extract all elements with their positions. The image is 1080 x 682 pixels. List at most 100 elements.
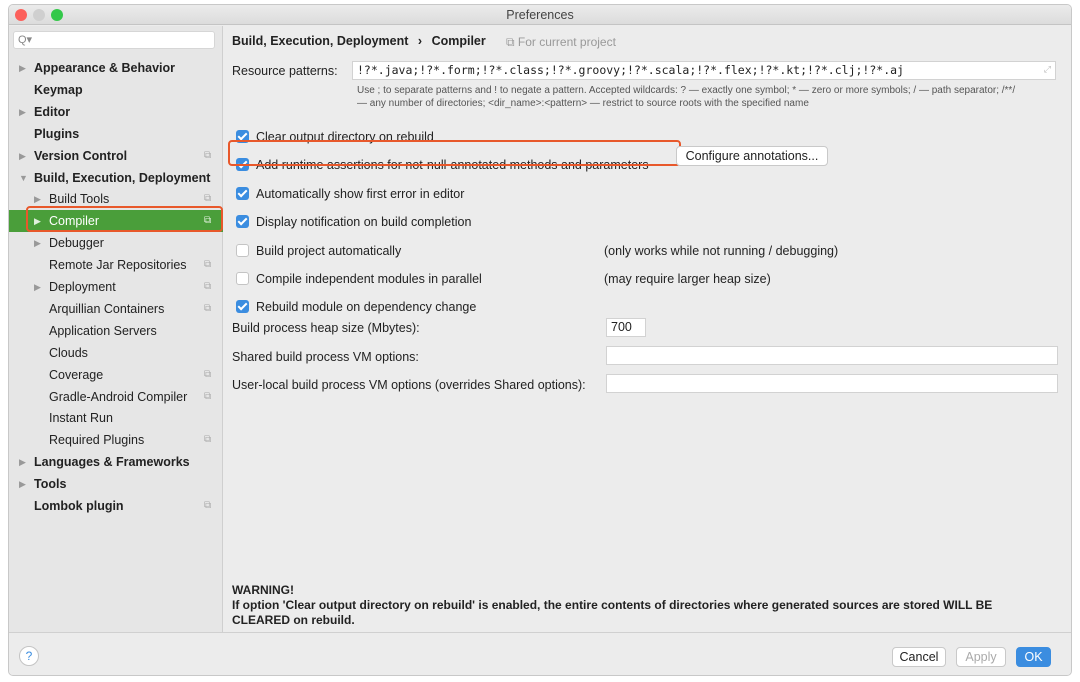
- option-label[interactable]: Display notification on build completion: [256, 215, 471, 229]
- option-compile-independent-modules-in-parallel: Compile independent modules in parallel (…: [232, 271, 1062, 289]
- warning-text: If option 'Clear output directory on reb…: [232, 598, 993, 627]
- option-label[interactable]: Build project automatically: [256, 244, 401, 258]
- sidebar-item-label: Keymap: [34, 82, 83, 97]
- chevron-right-icon[interactable]: ▶: [19, 57, 26, 79]
- sidebar-item-languages-frameworks[interactable]: ▶ Languages & Frameworks: [9, 451, 223, 473]
- shared-vm-options-label: Shared build process VM options:: [232, 350, 419, 364]
- sidebar-item-instant-run[interactable]: Instant Run: [9, 407, 223, 429]
- sidebar-item-label: Required Plugins: [49, 433, 145, 448]
- checkbox[interactable]: [236, 187, 249, 200]
- sidebar-item-label: Clouds: [49, 345, 88, 360]
- resource-patterns-input[interactable]: !?*.java;!?*.form;!?*.class;!?*.groovy;!…: [352, 61, 1056, 80]
- option-automatically-show-first-error-in-editor: Automatically show first error in editor: [232, 186, 1062, 204]
- sidebar-item-application-servers[interactable]: Application Servers: [9, 320, 223, 342]
- sidebar-item-required-plugins[interactable]: Required Plugins ⧉: [9, 429, 223, 451]
- resource-patterns-label: Resource patterns:: [232, 64, 338, 78]
- maximize-window-button[interactable]: [51, 9, 63, 21]
- hint-line: Use ; to separate patterns and ! to nega…: [357, 85, 1016, 96]
- sidebar-item-label: Tools: [34, 477, 67, 492]
- help-button[interactable]: ?: [19, 646, 39, 666]
- user-local-vm-options-label: User-local build process VM options (ove…: [232, 378, 586, 392]
- option-note: (may require larger heap size): [604, 272, 771, 286]
- sidebar-item-label: Appearance & Behavior: [34, 61, 176, 75]
- sidebar-item-arquillian-containers[interactable]: Arquillian Containers ⧉: [9, 298, 223, 320]
- sidebar-item-label: Plugins: [34, 126, 80, 141]
- sidebar-item-label: Debugger: [49, 236, 104, 251]
- sidebar-item-plugins[interactable]: Plugins: [9, 123, 223, 145]
- configure-annotations-button[interactable]: Configure annotations...: [676, 146, 828, 166]
- option-build-project-automatically: Build project automatically (only works w…: [232, 243, 1062, 261]
- sidebar-item-label: Remote Jar Repositories: [49, 258, 187, 273]
- sidebar-item-label: Coverage: [49, 367, 104, 382]
- resource-patterns-hint: Use ; to separate patterns and ! to nega…: [357, 84, 1057, 110]
- breadcrumb-item: Compiler: [431, 34, 486, 48]
- sidebar-item-label: Instant Run: [49, 411, 113, 426]
- option-display-notification-on-build-completion: Display notification on build completion: [232, 214, 1062, 232]
- dialog-footer: ? Cancel Apply OK: [9, 632, 1071, 675]
- sidebar-item-label: Deployment: [49, 280, 116, 294]
- sidebar-item-editor[interactable]: ▶ Editor: [9, 101, 223, 123]
- chevron-down-icon[interactable]: ▼: [19, 167, 28, 189]
- warning-message: WARNING! If option 'Clear output directo…: [232, 583, 1052, 628]
- chevron-right-icon[interactable]: ▶: [19, 101, 26, 123]
- chevron-right-icon[interactable]: ▶: [19, 451, 26, 473]
- project-scope-icon: ⧉: [204, 500, 212, 511]
- sidebar-item-gradle-android-compiler[interactable]: Gradle-Android Compiler ⧉: [9, 386, 223, 408]
- expand-icon[interactable]: ⤢: [1044, 62, 1051, 79]
- option-label[interactable]: Compile independent modules in parallel: [256, 272, 482, 286]
- sidebar-item-label: Arquillian Containers: [49, 301, 165, 316]
- shared-vm-options-input[interactable]: [606, 346, 1058, 365]
- project-scope-icon: ⧉: [204, 259, 212, 271]
- heap-size-input[interactable]: 700: [606, 318, 646, 337]
- breadcrumb-item: Build, Execution, Deployment: [232, 34, 409, 48]
- chevron-right-icon[interactable]: ▶: [19, 473, 26, 495]
- checkbox[interactable]: [236, 300, 249, 313]
- highlight-compiler: [26, 206, 223, 232]
- breadcrumb: Build, Execution, Deployment › Compiler: [232, 34, 486, 48]
- minimize-window-button[interactable]: [33, 9, 45, 21]
- sidebar-item-debugger[interactable]: ▶ Debugger: [9, 232, 223, 254]
- sidebar-item-label: Gradle-Android Compiler: [49, 389, 188, 404]
- checkbox[interactable]: [236, 244, 249, 257]
- option-rebuild-module-on-dependency-change: Rebuild module on dependency change: [232, 299, 1062, 317]
- settings-search-input[interactable]: Q▾: [13, 31, 215, 49]
- sidebar-item-deployment[interactable]: ▶ Deployment ⧉: [9, 276, 223, 298]
- project-scope-icon: ⧉: [204, 281, 212, 292]
- sidebar-item-label: Editor: [34, 104, 71, 119]
- title-bar: Preferences: [9, 5, 1071, 25]
- option-label[interactable]: Automatically show first error in editor: [256, 187, 464, 201]
- project-scope-icon: ⧉: [204, 149, 212, 161]
- sidebar: Q▾ ▶ Appearance & Behavior Keymap ▶ Editor Pl…: [9, 26, 223, 632]
- user-local-vm-options-input[interactable]: [606, 374, 1058, 393]
- close-window-button[interactable]: [15, 9, 27, 21]
- search-icon: Q▾: [18, 34, 33, 46]
- sidebar-item-keymap[interactable]: Keymap: [9, 79, 223, 101]
- project-scope-icon: ⧉: [204, 368, 212, 380]
- checkbox[interactable]: [236, 272, 249, 285]
- sidebar-item-lombok-plugin[interactable]: Lombok plugin ⧉: [9, 495, 223, 517]
- ok-button[interactable]: OK: [1016, 647, 1051, 667]
- sidebar-item-label: Lombok plugin: [34, 499, 124, 513]
- chevron-right-icon[interactable]: ▶: [34, 232, 41, 254]
- sidebar-item-tools[interactable]: ▶ Tools: [9, 473, 223, 495]
- sidebar-item-label: Build, Execution, Deployment: [34, 170, 211, 185]
- sidebar-item-remote-jar-repositories[interactable]: Remote Jar Repositories ⧉: [9, 254, 223, 276]
- apply-button[interactable]: Apply: [956, 647, 1006, 667]
- highlight-runtime-assertions: [228, 140, 681, 166]
- resource-patterns-value: !?*.java;!?*.form;!?*.class;!?*.groovy;!…: [357, 63, 904, 77]
- preferences-window: Preferences Q▾ ▶ Appearance & Behavior Key…: [8, 4, 1072, 676]
- sidebar-item-clouds[interactable]: Clouds: [9, 342, 223, 364]
- project-scope-icon: ⧉: [204, 434, 212, 446]
- warning-title: WARNING!: [232, 583, 294, 597]
- chevron-right-icon[interactable]: ▶: [34, 276, 41, 298]
- sidebar-item-appearance-behavior[interactable]: ▶ Appearance & Behavior: [9, 57, 223, 79]
- option-note: (only works while not running / debuggin…: [604, 244, 839, 258]
- option-label[interactable]: Rebuild module on dependency change: [256, 300, 476, 314]
- sidebar-item-build-execution-deployment[interactable]: ▼ Build, Execution, Deployment: [9, 167, 223, 189]
- checkbox[interactable]: [236, 215, 249, 228]
- sidebar-item-coverage[interactable]: Coverage ⧉: [9, 364, 223, 386]
- compiler-settings-panel: Build, Execution, Deployment › Compiler …: [224, 26, 1071, 632]
- chevron-right-icon[interactable]: ▶: [19, 145, 26, 167]
- sidebar-item-version-control[interactable]: ▶ Version Control ⧉: [9, 145, 223, 167]
- cancel-button[interactable]: Cancel: [892, 647, 946, 667]
